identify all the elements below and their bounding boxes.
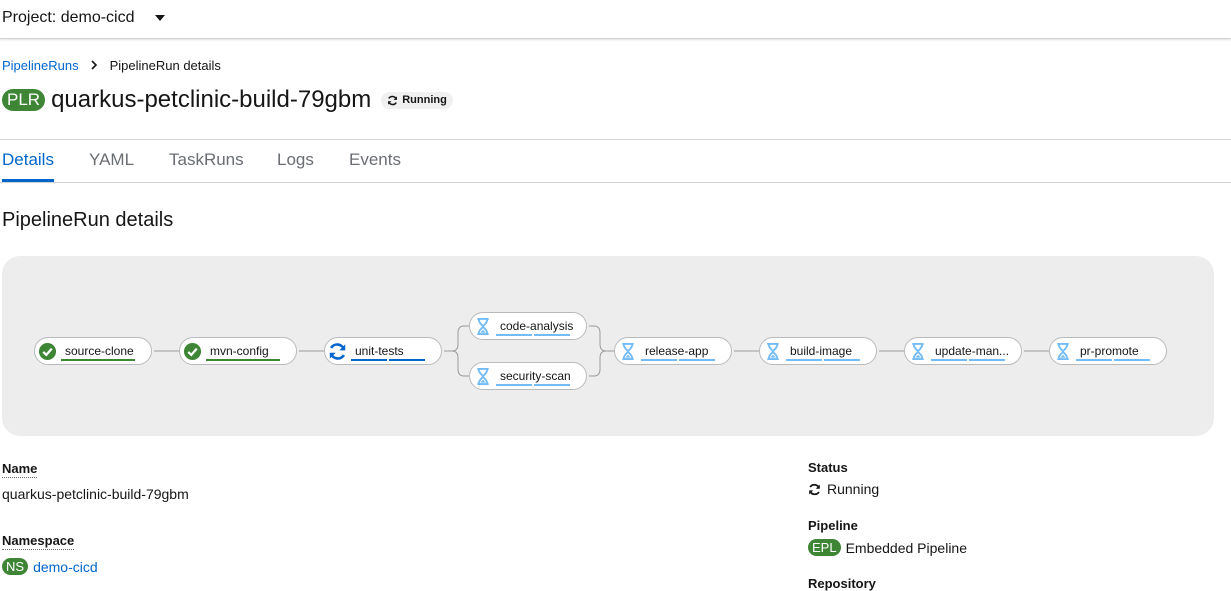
task-progress-bar (931, 359, 1005, 361)
status-value-label: Running (827, 481, 880, 497)
task-node-label: mvn-config (210, 344, 269, 358)
task-node-label: release-app (645, 344, 709, 358)
task-node-label: code-analysis (500, 319, 574, 333)
caret-down-icon (154, 15, 165, 21)
pipeline-label: Pipeline (808, 518, 858, 533)
status-badge: Running (381, 91, 453, 109)
project-bar: Project: demo-cicd (0, 0, 1231, 39)
task-node-pr-promote[interactable]: pr-promote (1049, 337, 1167, 365)
tab-taskruns[interactable]: TaskRuns (169, 140, 244, 181)
pipeline-name: Embedded Pipeline (845, 539, 967, 556)
task-progress-bar (496, 334, 570, 336)
status-value: Running (808, 481, 879, 497)
breadcrumb: PipelineRuns PipelineRun details (2, 58, 221, 73)
task-node-label: build-image (790, 344, 853, 358)
namespace-link[interactable]: demo-cicd (33, 559, 98, 575)
project-selector-label: Project: demo-cicd (2, 9, 135, 26)
hourglass-icon (473, 317, 492, 336)
namespace-value: NS demo-cicd (2, 558, 98, 575)
task-progress-bar (786, 359, 860, 361)
resource-badge: PLR (2, 89, 46, 111)
task-node-label: unit-tests (355, 344, 404, 358)
task-node-label: update-man... (935, 344, 1010, 358)
task-node-update-manifest[interactable]: update-man... (904, 337, 1022, 365)
page-header: PLR quarkus-petclinic-build-79gbm Runnin… (2, 86, 453, 114)
hourglass-icon (473, 367, 492, 386)
task-node-code-analysis[interactable]: code-analysis (469, 312, 587, 340)
sync-icon (328, 342, 347, 361)
task-node-security-scan[interactable]: security-scan (469, 362, 587, 390)
section-title: PipelineRun details (2, 209, 174, 231)
pipeline-graph: source-clone mvn-config unit-tests code-… (2, 256, 1214, 436)
task-progress-bar (1076, 359, 1150, 361)
task-node-label: security-scan (500, 369, 571, 383)
project-selector[interactable]: Project: demo-cicd (2, 8, 165, 28)
task-node-label: source-clone (65, 344, 134, 358)
status-badge-label: Running (402, 94, 447, 106)
page-title: quarkus-petclinic-build-79gbm (51, 86, 372, 113)
chevron-right-icon (91, 59, 98, 73)
name-value: quarkus-petclinic-build-79gbm (2, 486, 189, 502)
task-progress-bar (351, 359, 425, 361)
hourglass-icon (908, 342, 927, 361)
task-progress-bar (641, 359, 715, 361)
namespace-label: Namespace (2, 533, 75, 550)
hourglass-icon (1053, 342, 1072, 361)
status-label: Status (808, 460, 848, 475)
tab-bar: Details YAML TaskRuns Logs Events (0, 139, 1231, 183)
sync-icon (809, 483, 820, 495)
task-progress-bar (61, 359, 135, 361)
task-node-label: pr-promote (1080, 344, 1139, 358)
task-node-unit-tests[interactable]: unit-tests (324, 337, 442, 365)
tab-logs[interactable]: Logs (277, 140, 314, 181)
hourglass-icon (763, 342, 782, 361)
breadcrumb-current: PipelineRun details (109, 58, 221, 73)
sync-icon (388, 95, 398, 105)
repository-label: Repository (808, 576, 876, 591)
check-circle-icon (183, 342, 202, 361)
hourglass-icon (618, 342, 637, 361)
task-node-source-clone[interactable]: source-clone (34, 337, 152, 365)
pipeline-badge: EPL (808, 539, 841, 556)
tab-details[interactable]: Details (2, 140, 54, 182)
pipeline-value: EPL Embedded Pipeline (808, 539, 967, 556)
task-node-build-image[interactable]: build-image (759, 337, 877, 365)
tab-events[interactable]: Events (349, 140, 401, 181)
name-label: Name (2, 461, 38, 478)
task-node-release-app[interactable]: release-app (614, 337, 732, 365)
task-progress-bar (206, 359, 280, 361)
check-circle-icon (38, 342, 57, 361)
task-node-mvn-config[interactable]: mvn-config (179, 337, 297, 365)
namespace-badge: NS (2, 558, 29, 575)
tab-yaml[interactable]: YAML (89, 140, 134, 181)
breadcrumb-pipelineruns-link[interactable]: PipelineRuns (2, 58, 79, 73)
task-progress-bar (496, 384, 570, 386)
